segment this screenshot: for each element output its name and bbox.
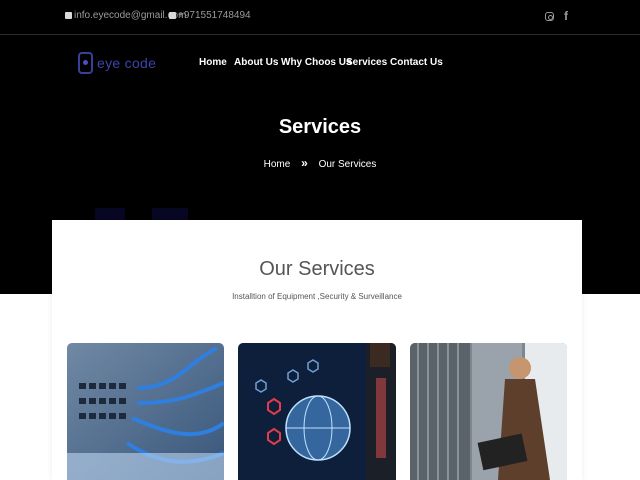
section-title: Our Services [259,258,375,280]
page-title: Services [278,116,362,138]
eye-logo-icon [78,52,93,74]
mail-icon [65,12,72,19]
breadcrumb: Home » Our Services [0,156,640,170]
breadcrumb-home[interactable]: Home [264,159,291,170]
nav-about-us[interactable]: About Us [234,57,278,68]
digital-globe-image[interactable] [238,343,396,480]
nav-home[interactable]: Home [199,57,227,68]
phone-text: +971551748494 [178,10,251,21]
network-cables-image[interactable] [67,343,224,480]
instagram-icon[interactable] [545,12,554,21]
facebook-icon[interactable]: f [564,9,568,23]
section-subtitle: Installtion of Equipment ,Security & Sur… [232,292,402,301]
nav-why-choose-us[interactable]: Why Choos Us [281,57,352,68]
phone-icon [169,12,176,19]
breadcrumb-separator: » [301,156,308,170]
breadcrumb-current: Our Services [318,159,377,170]
nav-services[interactable]: Services [346,57,387,68]
brand-logo[interactable]: eye code [78,52,156,74]
nav-contact-us[interactable]: Contact Us [390,57,443,68]
top-contact-bar: info.eyecode@gmail.com +971551748494 f [0,0,640,35]
server-room-technician-image[interactable] [410,343,567,480]
phone-contact[interactable]: +971551748494 [169,10,251,21]
brand-name: eye code [97,55,157,71]
